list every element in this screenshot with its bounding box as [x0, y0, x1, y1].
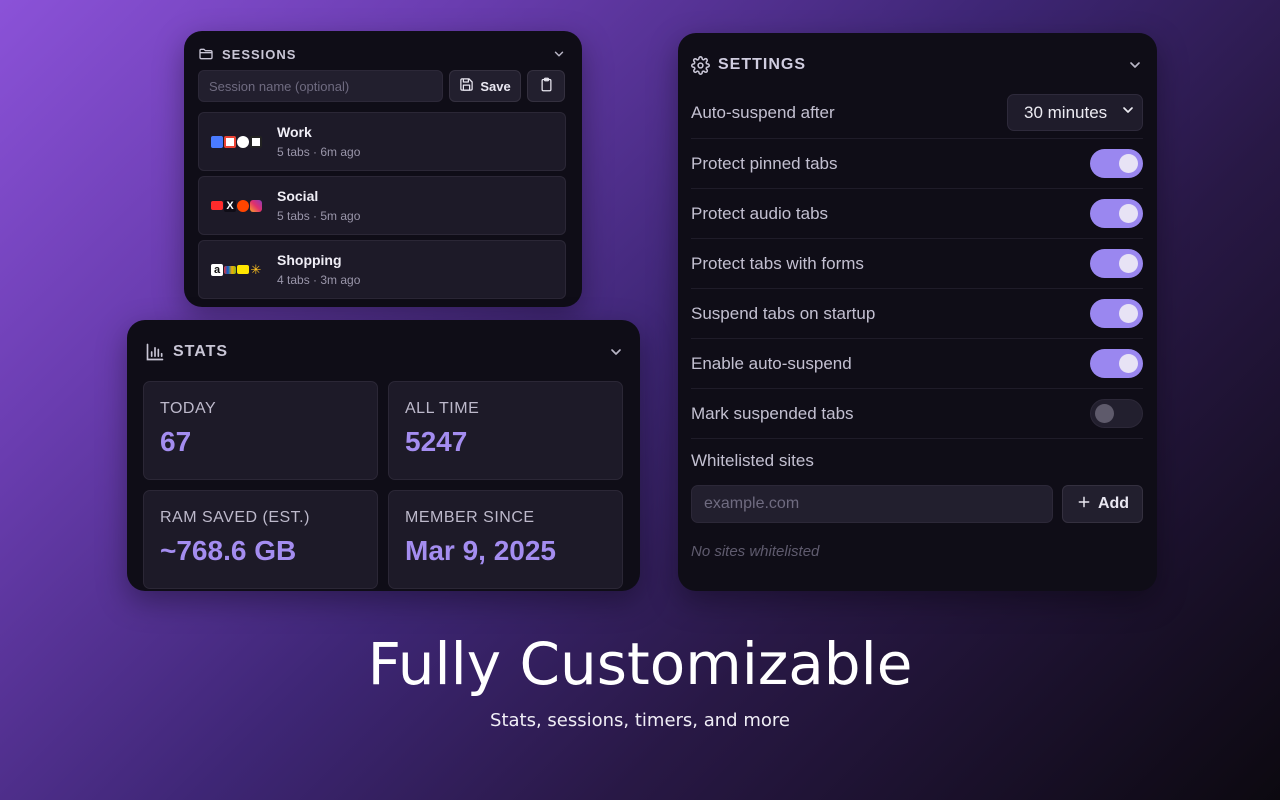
stat-value: 5247 [405, 426, 468, 457]
session-name: Shopping [277, 252, 342, 268]
setting-row-mark-suspended: Mark suspended tabs [691, 389, 1143, 439]
chevron-down-icon[interactable] [1127, 57, 1143, 73]
notion-icon [250, 135, 262, 148]
gear-icon [691, 55, 710, 75]
save-label: Save [480, 78, 511, 94]
setting-row-protect-pinned: Protect pinned tabs [691, 139, 1143, 189]
session-item-shopping[interactable]: a ✳ Shopping 4 tabs · 3m ago [198, 240, 566, 299]
bar-chart-icon [145, 342, 165, 362]
gmail-icon [224, 135, 236, 148]
add-label: Add [1097, 495, 1130, 512]
session-meta: 5 tabs · 5m ago [277, 209, 361, 223]
chevron-down-icon[interactable] [552, 47, 566, 61]
subline: Stats, sessions, timers, and more [490, 710, 790, 731]
sessions-panel: SESSIONS Save Work [184, 31, 582, 307]
stat-card-today: TODAY 67 [143, 381, 378, 480]
x-icon: X [224, 199, 236, 212]
stats-panel: STATS TODAY 67 ALL TIME 5247 RAM SAVED (… [127, 320, 640, 591]
walmart-icon: ✳ [250, 261, 262, 277]
stat-label: RAM SAVED (EST.) [160, 509, 310, 526]
settings-title: SETTINGS [718, 56, 807, 73]
settings-panel: SETTINGS Auto-suspend after 30 minutes P… [678, 33, 1157, 591]
setting-label: Suspend tabs on startup [691, 303, 876, 323]
whitelist-input[interactable] [691, 485, 1053, 523]
session-name-input[interactable] [198, 70, 443, 102]
setting-label: Enable auto-suspend [691, 353, 852, 373]
stat-label: TODAY [160, 400, 217, 417]
toggle-knob [1095, 404, 1114, 423]
setting-label: Mark suspended tabs [691, 403, 854, 423]
clipboard-icon [539, 77, 554, 95]
folder-icon [198, 46, 214, 62]
reddit-icon [237, 199, 249, 212]
auto-suspend-toggle[interactable] [1090, 349, 1143, 378]
session-favicons [211, 135, 265, 148]
session-meta: 4 tabs · 3m ago [277, 273, 361, 287]
stat-value: Mar 9, 2025 [405, 535, 556, 566]
sessions-title-group: SESSIONS [198, 46, 296, 62]
toggle-knob [1119, 254, 1138, 273]
stat-label: MEMBER SINCE [405, 509, 535, 526]
stat-card-all-time: ALL TIME 5247 [388, 381, 623, 480]
mercado-icon [237, 265, 249, 274]
sessions-header[interactable]: SESSIONS [198, 39, 566, 69]
stat-card-member-since: MEMBER SINCE Mar 9, 2025 [388, 490, 623, 589]
save-icon [459, 77, 474, 95]
session-meta: 5 tabs · 6m ago [277, 145, 361, 159]
setting-label: Protect audio tabs [691, 203, 829, 223]
suspend-startup-toggle[interactable] [1090, 299, 1143, 328]
session-favicons: a ✳ [211, 261, 265, 277]
setting-row-auto-suspend: Enable auto-suspend [691, 339, 1143, 389]
amazon-icon: a [211, 263, 223, 276]
auto-suspend-label: Auto-suspend after [691, 102, 835, 122]
auto-suspend-select[interactable]: 30 minutes [1007, 94, 1143, 131]
session-favicons: X [211, 199, 265, 212]
settings-title-group: SETTINGS [691, 55, 807, 75]
auto-suspend-value: 30 minutes [1024, 102, 1108, 122]
toggle-knob [1119, 154, 1138, 173]
stat-value: ~768.6 GB [160, 535, 297, 566]
setting-row-suspend-startup: Suspend tabs on startup [691, 289, 1143, 339]
add-whitelist-button[interactable]: Add [1062, 485, 1143, 523]
whitelist-empty-message: No sites whitelisted [691, 543, 820, 560]
toggle-knob [1119, 204, 1138, 223]
session-item-social[interactable]: X Social 5 tabs · 5m ago [198, 176, 566, 235]
stats-title-group: STATS [145, 342, 228, 362]
protect-audio-toggle[interactable] [1090, 199, 1143, 228]
session-name: Social [277, 188, 319, 204]
github-icon [237, 135, 249, 148]
stat-label: ALL TIME [405, 400, 480, 417]
toggle-knob [1119, 354, 1138, 373]
clipboard-button[interactable] [527, 70, 565, 102]
settings-header[interactable]: SETTINGS [691, 43, 1143, 87]
docs-icon [211, 135, 223, 148]
session-name: Work [277, 124, 312, 140]
mark-suspended-toggle[interactable] [1090, 399, 1143, 428]
stat-value: 67 [160, 426, 192, 457]
plus-icon [1076, 494, 1092, 515]
toggle-knob [1119, 304, 1138, 323]
stat-card-ram-saved: RAM SAVED (EST.) ~768.6 GB [143, 490, 378, 589]
setting-row-protect-forms: Protect tabs with forms [691, 239, 1143, 289]
stats-title: STATS [173, 343, 229, 360]
headline: Fully Customizable [367, 630, 913, 698]
session-item-work[interactable]: Work 5 tabs · 6m ago [198, 112, 566, 171]
chevron-down-icon [1120, 102, 1136, 123]
save-session-button[interactable]: Save [449, 70, 521, 102]
whitelist-title: Whitelisted sites [691, 451, 814, 470]
instagram-icon [250, 199, 262, 212]
auto-suspend-row: Auto-suspend after 30 minutes [691, 87, 1143, 139]
chevron-down-icon[interactable] [608, 344, 624, 360]
ebay-icon [224, 265, 236, 274]
protect-pinned-toggle[interactable] [1090, 149, 1143, 178]
youtube-icon [211, 201, 223, 210]
protect-forms-toggle[interactable] [1090, 249, 1143, 278]
setting-label: Protect pinned tabs [691, 153, 838, 173]
setting-label: Protect tabs with forms [691, 253, 864, 273]
stats-header[interactable]: STATS [143, 330, 624, 374]
setting-row-protect-audio: Protect audio tabs [691, 189, 1143, 239]
sessions-title: SESSIONS [222, 46, 297, 62]
